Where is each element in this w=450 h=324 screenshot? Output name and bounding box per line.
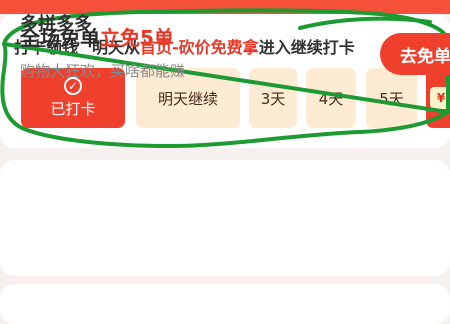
checkin-hint-post: 进入继续打卡	[258, 38, 355, 57]
free-order-button[interactable]: 去免单	[380, 33, 450, 75]
red-envelope-icon: ¥	[430, 87, 450, 109]
next-section-card	[0, 284, 450, 324]
promo-card	[0, 160, 450, 276]
day-reward-tile[interactable]: ¥ 4	[426, 68, 450, 128]
day-3-tile[interactable]: 3天	[249, 68, 297, 128]
day-5-tile[interactable]: 5天	[366, 68, 417, 128]
promo-title-highlight: 立免5单	[100, 26, 174, 50]
promo-subtitle: 购物大狂欢，买啥都能赚	[20, 62, 186, 80]
day-4-tile[interactable]: 4天	[306, 68, 356, 128]
next-section-title: 多拼多多	[20, 14, 92, 35]
checked-label: 已打卡	[50, 100, 96, 118]
